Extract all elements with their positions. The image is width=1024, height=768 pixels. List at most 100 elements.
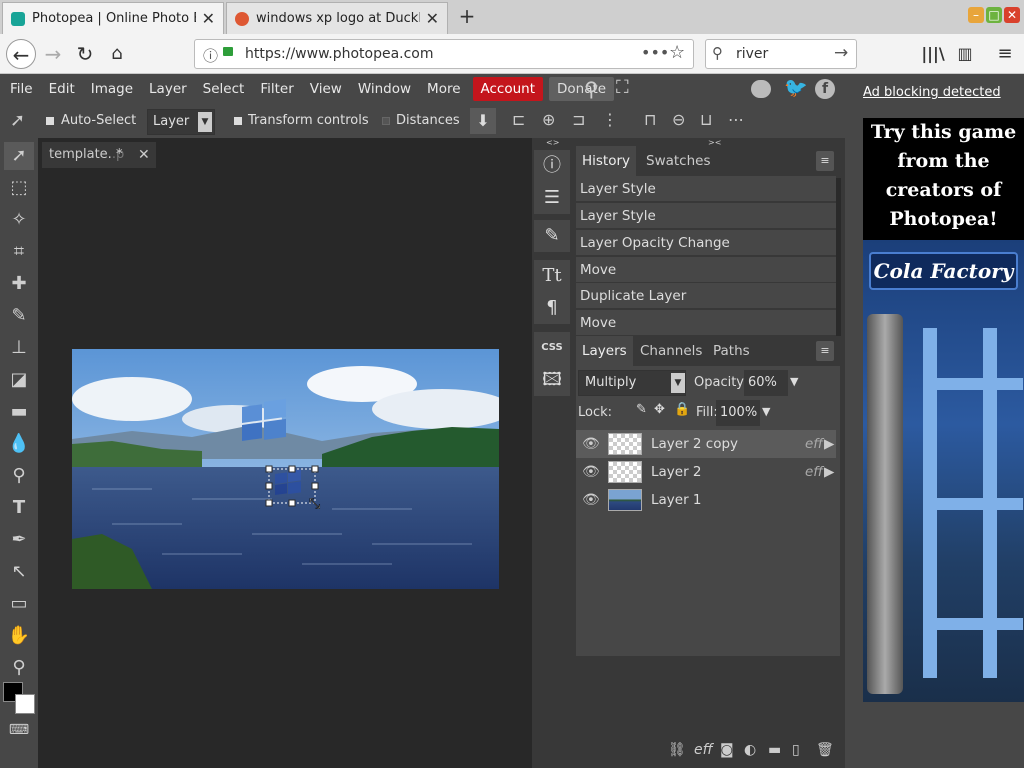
paragraph-panel-icon[interactable]: ¶ (534, 292, 570, 324)
eraser-tool-icon[interactable]: ◪ (4, 366, 34, 394)
background-color-swatch[interactable] (15, 694, 35, 714)
tab-channels[interactable]: Channels (634, 336, 708, 366)
align-middle-v-icon[interactable]: ⊖ (672, 110, 685, 129)
menu-edit[interactable]: Edit (41, 77, 83, 101)
history-item[interactable]: Layer Style (576, 176, 836, 202)
url-bar[interactable]: ⓘ https://www.photopea.com ••• ☆ (194, 39, 694, 69)
expand-effects-icon[interactable]: ▶ (824, 458, 834, 486)
keyboard-icon[interactable]: ⌨ (4, 716, 34, 744)
zoom-tool-icon[interactable]: ⚲ (4, 654, 34, 682)
align-center-h-icon[interactable]: ⊕ (542, 110, 555, 129)
account-button[interactable]: Account (472, 77, 544, 101)
menu-more[interactable]: More (419, 77, 468, 101)
opacity-dropdown-icon[interactable]: ▼ (790, 375, 798, 388)
layer-effects-icon[interactable]: eff (805, 458, 823, 486)
history-scrollbar[interactable] (836, 178, 841, 336)
menu-image[interactable]: Image (83, 77, 141, 101)
delete-layer-icon[interactable]: 🗑 (816, 742, 834, 758)
close-document-icon[interactable]: ✕ (138, 142, 150, 168)
brush-tool-icon[interactable]: ✎ (4, 302, 34, 330)
menu-window[interactable]: Window (350, 77, 419, 101)
distribute-h-icon[interactable]: ⋯ (728, 110, 744, 129)
info-icon[interactable]: ⓘ (203, 45, 218, 66)
menu-file[interactable]: File (2, 77, 41, 101)
search-value[interactable]: river (736, 46, 768, 62)
add-mask-icon[interactable]: ◙ (720, 742, 734, 758)
blend-mode-select[interactable]: Multiply ▼ (578, 370, 686, 396)
distribute-icon[interactable]: ⋮ (602, 110, 618, 129)
menu-layer[interactable]: Layer (141, 77, 195, 101)
magic-wand-icon[interactable]: ✧ (4, 206, 34, 234)
history-item[interactable]: Layer Opacity Change (576, 230, 836, 256)
close-tab-icon[interactable]: ✕ (426, 9, 439, 28)
pen-tool-icon[interactable]: ✒ (4, 526, 34, 554)
maximize-window-icon[interactable]: □ (986, 7, 1002, 23)
search-input[interactable]: ⚲ river → (705, 39, 857, 69)
auto-select-checkbox[interactable] (46, 117, 54, 125)
menu-select[interactable]: Select (195, 77, 253, 101)
opacity-input[interactable]: 60% (744, 370, 788, 396)
document-tab[interactable]: template..p * ✕ (42, 142, 156, 168)
lock-all-icon[interactable]: 🔒 (674, 402, 690, 417)
transform-controls-checkbox[interactable] (234, 117, 242, 125)
character-panel-icon[interactable]: Tt (534, 260, 570, 292)
shape-tool-icon[interactable]: ▭ (4, 590, 34, 618)
browser-tab-photopea[interactable]: Photopea | Online Photo Edit ✕ (2, 2, 224, 34)
hand-tool-icon[interactable]: ✋ (4, 622, 34, 650)
dodge-tool-icon[interactable]: ⚲ (4, 462, 34, 490)
adjustment-layer-icon[interactable]: ◐ (744, 742, 756, 758)
fullscreen-icon[interactable]: ⛶ (616, 77, 629, 98)
brush-panel-icon[interactable]: ✎ (534, 220, 570, 252)
path-select-icon[interactable]: ↖ (4, 558, 34, 586)
forward-button[interactable]: → (38, 39, 68, 69)
info-panel-icon[interactable]: ⓘ (534, 150, 570, 182)
move-tool-icon[interactable]: ➚ (4, 142, 34, 170)
lock-transparency-icon[interactable] (616, 407, 628, 419)
target-select[interactable]: Layer ▼ (147, 109, 215, 135)
home-icon[interactable]: ⌂ (102, 39, 132, 69)
css-panel-icon[interactable]: CSS (534, 332, 570, 364)
url-text[interactable]: https://www.photopea.com (245, 46, 434, 62)
align-right-icon[interactable]: ⊐ (572, 110, 585, 129)
reddit-icon[interactable] (751, 80, 771, 98)
fill-dropdown-icon[interactable]: ▼ (762, 405, 770, 418)
healing-brush-icon[interactable]: ✚ (4, 270, 34, 298)
align-top-icon[interactable]: ⊓ (644, 110, 656, 129)
lock-move-icon[interactable]: ✥ (654, 402, 665, 417)
document-canvas[interactable]: ⤡ (72, 349, 499, 589)
close-tab-icon[interactable]: ✕ (202, 9, 215, 28)
history-item[interactable]: Duplicate Layer (576, 283, 836, 309)
sidebar-icon[interactable]: ▥ (950, 39, 980, 69)
search-go-icon[interactable]: → (834, 43, 848, 63)
download-icon[interactable]: ⬇ (470, 108, 496, 134)
layer-row[interactable]: 👁 Layer 2 eff ▶ (576, 458, 836, 486)
layer-row[interactable]: 👁 Layer 1 (576, 486, 836, 514)
close-window-icon[interactable]: ✕ (1004, 7, 1020, 23)
history-item[interactable]: Move (576, 257, 836, 283)
donate-button[interactable]: Donate (549, 77, 615, 101)
tab-layers[interactable]: Layers (576, 336, 633, 366)
game-ad[interactable]: Try this game from the creators of Photo… (863, 118, 1024, 702)
fill-input[interactable]: 100% (716, 400, 760, 426)
expand-panel-icon[interactable]: <> (546, 138, 559, 147)
ad-blocking-notice[interactable]: Ad blocking detected (863, 85, 1001, 100)
marquee-tool-icon[interactable]: ⬚ (4, 174, 34, 202)
eye-icon[interactable]: 👁 (582, 486, 600, 514)
back-button[interactable]: ← (6, 39, 36, 69)
history-menu-icon[interactable]: ≡ (816, 151, 834, 171)
history-item[interactable]: Layer Style (576, 203, 836, 229)
align-left-icon[interactable]: ⊏ (512, 110, 525, 129)
add-effect-icon[interactable]: eff (694, 742, 713, 758)
layers-menu-icon[interactable]: ≡ (816, 341, 834, 361)
library-icon[interactable]: |||\ (918, 39, 948, 69)
expand-effects-icon[interactable]: ▶ (824, 430, 834, 458)
eye-icon[interactable]: 👁 (582, 458, 600, 486)
minimize-window-icon[interactable]: – (968, 7, 984, 23)
distances-checkbox[interactable] (382, 117, 390, 125)
tab-swatches[interactable]: Swatches (640, 146, 717, 176)
browser-tab-duckduckgo[interactable]: windows xp logo at DuckDuc ✕ (226, 2, 448, 34)
page-actions-icon[interactable]: ••• (641, 43, 669, 62)
history-item[interactable]: Move (576, 310, 836, 336)
adjustments-panel-icon[interactable]: ☰ (534, 182, 570, 214)
tab-paths[interactable]: Paths (707, 336, 756, 366)
